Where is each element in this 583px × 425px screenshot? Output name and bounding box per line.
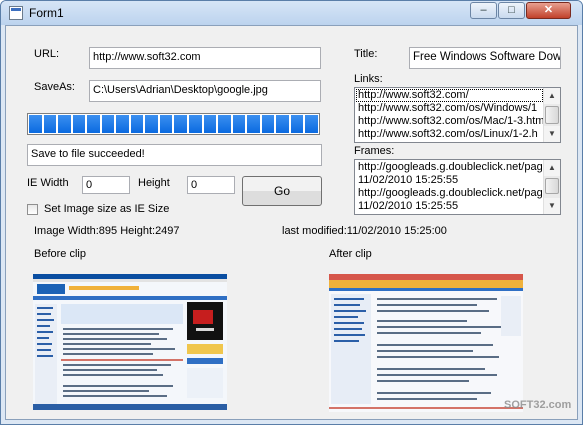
- links-list-item[interactable]: http://www.soft32.com/os/Linux/1-2.h: [356, 128, 543, 141]
- height-label: Height: [138, 177, 170, 189]
- ie-size-checkbox[interactable]: [27, 204, 38, 215]
- frames-label: Frames:: [354, 145, 395, 157]
- form-client-area: URL: http://www.soft32.com SaveAs: C:\Us…: [5, 25, 578, 420]
- links-list-item[interactable]: http://www.soft32.com/os/Windows/1: [356, 102, 543, 115]
- progress-block: [174, 115, 188, 133]
- progress-block: [305, 115, 318, 133]
- ie-size-checkbox-label[interactable]: Set Image size as IE Size: [44, 203, 169, 215]
- height-input[interactable]: 0: [187, 176, 235, 194]
- status-field[interactable]: Save to file succeeded!: [27, 144, 322, 166]
- progress-block: [130, 115, 144, 133]
- frames-list-item[interactable]: http://googleads.g.doubleclick.net/pag: [356, 187, 543, 200]
- before-clip-image: [33, 274, 227, 410]
- links-listbox[interactable]: http://www.soft32.com/ http://www.soft32…: [354, 87, 561, 143]
- close-button[interactable]: ✕: [526, 2, 571, 19]
- progress-block: [72, 115, 86, 133]
- app-icon[interactable]: [9, 6, 23, 20]
- image-size-text: Image Width:895 Height:2497: [34, 225, 180, 237]
- progress-block: [87, 115, 100, 133]
- before-clip-preview: [33, 274, 227, 410]
- links-scrollbar[interactable]: ▲ ▼: [543, 88, 560, 142]
- ie-width-label: IE Width: [27, 177, 69, 189]
- frames-list-item[interactable]: 11/02/2010 15:25:55: [356, 174, 543, 187]
- links-scroll-thumb[interactable]: [545, 106, 559, 124]
- progress-block: [159, 115, 173, 133]
- saveas-input[interactable]: C:\Users\Adrian\Desktop\google.jpg: [89, 80, 321, 102]
- saveas-label: SaveAs:: [34, 81, 75, 93]
- scroll-up-arrow-icon[interactable]: ▲: [544, 88, 560, 104]
- window-title: Form1: [29, 6, 64, 20]
- after-clip-label: After clip: [329, 248, 372, 260]
- progress-block: [247, 115, 260, 133]
- scroll-down-arrow-icon[interactable]: ▼: [544, 126, 560, 142]
- frames-listbox[interactable]: http://googleads.g.doubleclick.net/pag 1…: [354, 159, 561, 215]
- maximize-button[interactable]: □: [498, 2, 525, 19]
- go-button[interactable]: Go: [242, 176, 322, 206]
- title-label: Title:: [354, 48, 378, 60]
- progress-block: [232, 115, 246, 133]
- ie-width-input[interactable]: 0: [82, 176, 130, 194]
- main-window: Form1 – □ ✕ URL: http://www.soft32.com S…: [0, 0, 583, 425]
- scroll-down-arrow-icon[interactable]: ▼: [544, 198, 560, 214]
- before-clip-label: Before clip: [34, 248, 86, 260]
- progress-block: [276, 115, 289, 133]
- progress-block: [58, 115, 71, 133]
- progress-fill: [29, 115, 318, 133]
- after-clip-preview: [329, 274, 523, 412]
- watermark-text: SOFT32.com: [504, 399, 572, 411]
- frames-scroll-thumb[interactable]: [545, 178, 559, 194]
- links-list-item[interactable]: http://www.soft32.com/: [356, 89, 543, 102]
- progress-block: [261, 115, 275, 133]
- url-label: URL:: [34, 48, 60, 60]
- progress-block: [189, 115, 202, 133]
- frames-list-item[interactable]: 11/02/2010 15:25:55: [356, 200, 543, 213]
- links-label: Links:: [354, 73, 383, 85]
- frames-scrollbar[interactable]: ▲ ▼: [543, 160, 560, 214]
- frames-list-item[interactable]: http://googleads.g.doubleclick.net/pag: [356, 161, 543, 174]
- after-clip-image: [329, 274, 523, 412]
- progress-block: [116, 115, 129, 133]
- minimize-button[interactable]: –: [470, 2, 497, 19]
- progress-bar: [27, 113, 320, 135]
- progress-block: [203, 115, 217, 133]
- progress-block: [218, 115, 231, 133]
- url-input[interactable]: http://www.soft32.com: [89, 47, 321, 69]
- progress-block: [29, 115, 42, 133]
- last-modified-text: last modified:11/02/2010 15:25:00: [282, 225, 447, 237]
- progress-block: [145, 115, 158, 133]
- progress-block: [101, 115, 115, 133]
- title-input[interactable]: Free Windows Software Downl: [409, 47, 561, 69]
- scroll-up-arrow-icon[interactable]: ▲: [544, 160, 560, 176]
- progress-block: [43, 115, 57, 133]
- links-list-item[interactable]: http://www.soft32.com/os/Mac/1-3.htm: [356, 115, 543, 128]
- progress-block: [290, 115, 304, 133]
- title-bar[interactable]: Form1 – □ ✕: [1, 1, 582, 25]
